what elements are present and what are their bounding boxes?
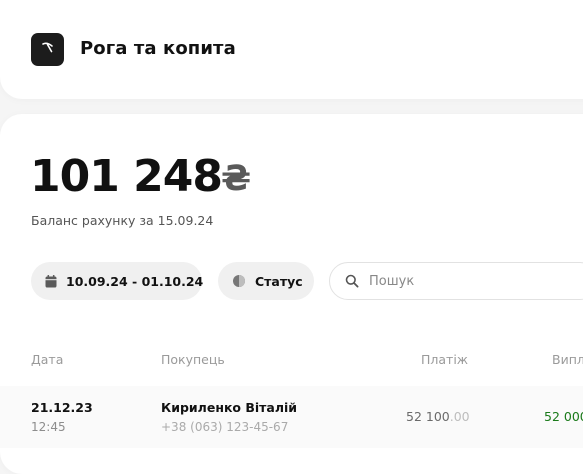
header-card: Рога та копита — [0, 0, 583, 99]
row-payment-decimal: .00 — [449, 409, 470, 424]
company-name: Рога та копита — [80, 38, 236, 59]
row-payment: 52 100.00 — [406, 409, 470, 424]
column-header-buyer[interactable]: Покупець — [161, 352, 225, 367]
row-time: 12:45 — [31, 420, 66, 434]
currency-symbol: ₴ — [221, 159, 252, 199]
column-header-payout[interactable]: Випл — [552, 352, 583, 367]
column-header-date[interactable]: Дата — [31, 352, 63, 367]
balance-caption: Баланс рахунку за 15.09.24 — [31, 213, 214, 228]
column-header-payment[interactable]: Платіж — [421, 352, 468, 367]
status-filter-button[interactable]: Статус — [218, 262, 314, 300]
search-input[interactable] — [367, 272, 571, 290]
search-field[interactable] — [329, 262, 583, 300]
status-label: Статус — [255, 273, 303, 289]
row-buyer-phone: +38 (063) 123-45-67 — [161, 420, 289, 434]
date-range-label: 10.09.24 - 01.10.24 — [66, 273, 204, 289]
row-date: 21.12.23 — [31, 400, 93, 415]
row-payout: 52 000 — [544, 409, 583, 424]
search-icon — [345, 274, 359, 288]
table-row[interactable] — [0, 386, 583, 448]
row-payment-main: 52 100 — [406, 409, 450, 424]
date-range-filter-button[interactable]: 10.09.24 - 01.10.24 — [31, 262, 204, 300]
company-logo — [31, 33, 64, 66]
balance-amount: 101 248 — [30, 151, 223, 202]
calendar-icon — [45, 274, 57, 288]
status-half-circle-icon — [232, 274, 246, 288]
row-buyer-name: Кириленко Віталій — [161, 400, 298, 415]
pickaxe-icon — [40, 40, 56, 60]
